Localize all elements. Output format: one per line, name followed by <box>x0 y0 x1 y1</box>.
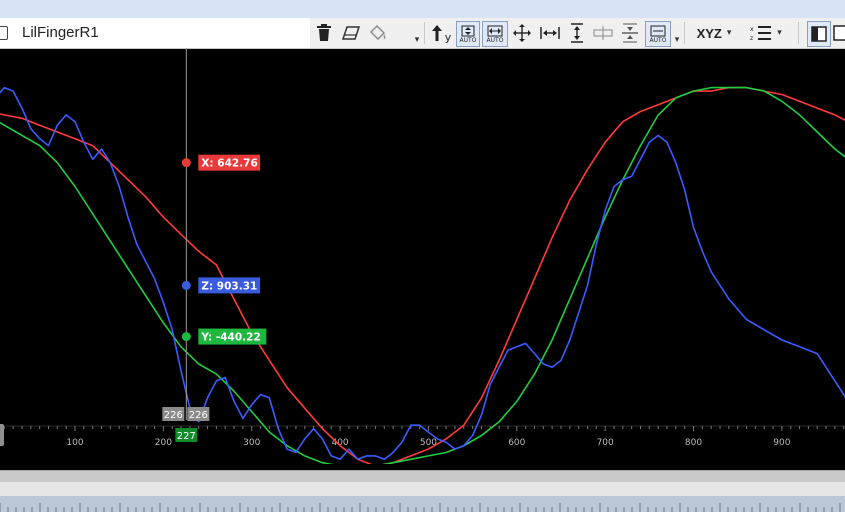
sort-list-selector[interactable]: xz ▾ <box>742 21 790 45</box>
cursor-marker-z <box>181 280 191 290</box>
cursor-label-z: Z: 903.31 <box>201 280 257 292</box>
x-tick-label-100: 100 <box>66 438 83 448</box>
auto-label: AUTO <box>649 36 667 44</box>
xyz-label: XYZ <box>696 25 722 41</box>
right-panel-toggle[interactable] <box>833 21 845 45</box>
series-line-y <box>0 86 845 464</box>
x-tick-label-700: 700 <box>597 438 614 448</box>
x-tick-label-500: 500 <box>420 438 437 448</box>
horizontal-arrows-icon <box>487 25 503 36</box>
track-divider <box>0 482 845 496</box>
cursor-x-badge-left: 226 <box>164 410 183 421</box>
panel-left-icon <box>811 26 827 42</box>
series-line-x <box>0 86 845 464</box>
auto-label: AUTO <box>459 36 477 44</box>
x-tick-label-600: 600 <box>508 438 525 448</box>
compress-icon[interactable] <box>618 21 642 45</box>
vertical-arrows-icon <box>461 25 475 36</box>
toolbar-separator <box>684 22 685 44</box>
left-panel-toggle[interactable] <box>807 21 831 47</box>
svg-text:x: x <box>750 26 754 33</box>
sort-list-icon: xz <box>750 26 772 42</box>
x-tick-label-900: 900 <box>773 438 790 448</box>
eraser-icon[interactable] <box>340 21 362 45</box>
window-top-strip <box>0 0 845 18</box>
xyz-selector[interactable]: XYZ ▾ <box>690 21 738 45</box>
chevron-down-icon: ▾ <box>726 28 732 38</box>
trash-icon[interactable] <box>313 21 335 45</box>
cursor-label-y: Y: -440.22 <box>200 332 260 344</box>
track-name: LilFingerR1 <box>22 24 99 41</box>
zoom-vertical-icon[interactable] <box>566 21 588 45</box>
auto-fit-button[interactable]: AUTO <box>645 21 671 47</box>
toolbar-separator <box>424 22 425 44</box>
x-tick-label-300: 300 <box>243 438 260 448</box>
move-icon[interactable] <box>510 21 534 45</box>
left-edge-handle <box>0 424 4 446</box>
toolbar-separator <box>798 22 799 44</box>
x-tick-label-200: 200 <box>155 438 172 448</box>
fill-bucket-icon[interactable] <box>366 21 390 45</box>
cursor-x-badge-right: 226 <box>189 410 208 421</box>
axis-up-label: y <box>444 30 452 44</box>
track-title-area: LilFingerR1 <box>0 18 310 48</box>
x-tick-label-800: 800 <box>685 438 702 448</box>
svg-text:z: z <box>750 35 753 42</box>
split-horizontal-icon[interactable] <box>592 21 614 45</box>
panel-right-icon <box>833 25 845 41</box>
auto-vertical-button[interactable]: AUTO <box>456 21 480 47</box>
toolbar: LilFingerR1 ▾ y AUTO AUTO AUTO ▾ XYZ ▾ x… <box>0 18 845 49</box>
cursor-label-x: X: 642.76 <box>201 158 257 170</box>
cursor-frame-badge: 227 <box>177 431 196 442</box>
lock-icon[interactable] <box>0 26 8 40</box>
timeline-ruler <box>0 503 841 512</box>
series-line-z <box>0 86 845 461</box>
auto-horizontal-button[interactable]: AUTO <box>482 21 508 47</box>
chart-plot-area[interactable]: 100 200 300 400 500 600 700 800 900X: 642.76Z: 9… <box>0 48 845 464</box>
fit-icon <box>650 25 666 36</box>
cursor-marker-y <box>181 332 191 342</box>
cursor-marker-x <box>181 158 191 168</box>
zoom-horizontal-icon[interactable] <box>538 21 562 45</box>
auto-label: AUTO <box>486 36 504 44</box>
chevron-down-icon: ▾ <box>777 28 782 38</box>
axis-up-button[interactable]: y <box>428 21 454 45</box>
